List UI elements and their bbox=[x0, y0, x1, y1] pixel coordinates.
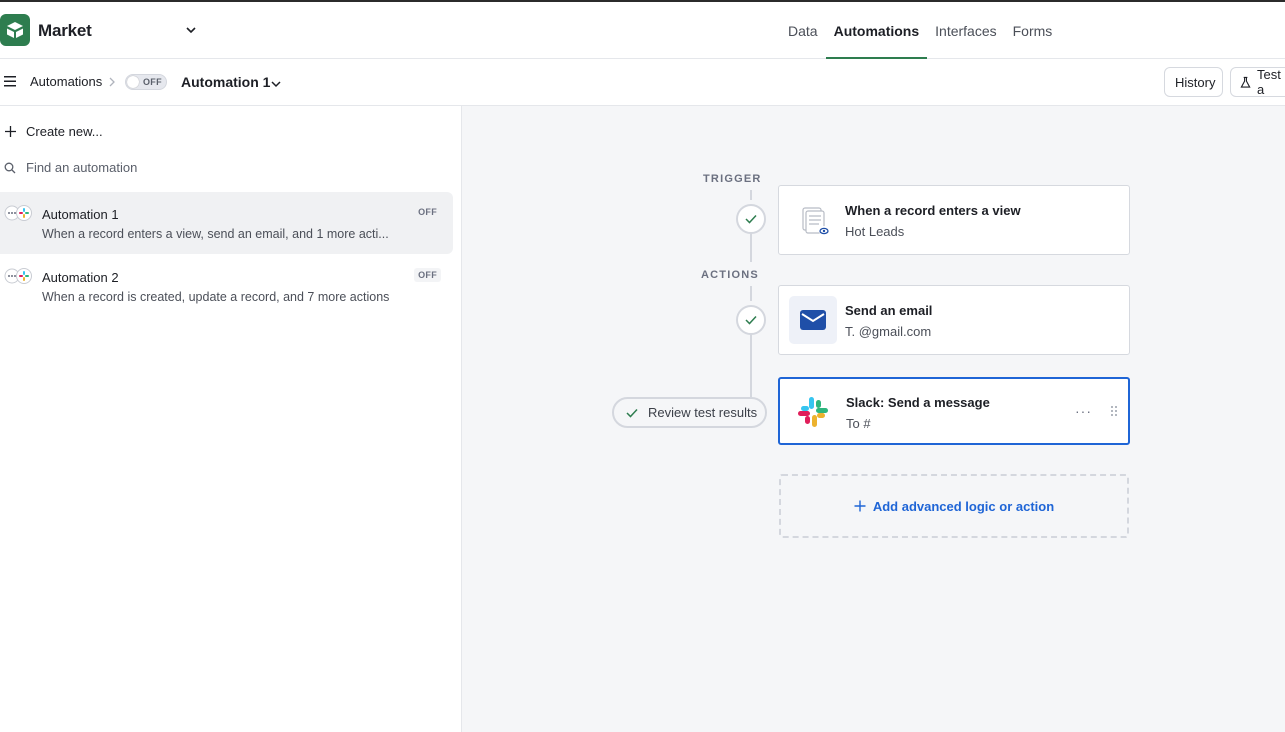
plus-icon bbox=[854, 500, 866, 512]
base-name[interactable]: Market bbox=[38, 21, 92, 41]
search-icon bbox=[4, 162, 16, 173]
automation-name: Automation 1 bbox=[42, 207, 119, 222]
action-check-indicator bbox=[736, 305, 766, 335]
automation-list-item-2[interactable]: Automation 2 When a record is created, u… bbox=[0, 255, 453, 317]
action-subtitle: To # bbox=[846, 416, 871, 431]
chevron-right-icon bbox=[109, 77, 115, 87]
more-options-icon[interactable]: ··· bbox=[1075, 403, 1092, 419]
automation-toolbar: Automations OFF Automation 1 History Tes… bbox=[0, 59, 1285, 106]
chevron-down-icon[interactable] bbox=[271, 80, 281, 88]
automations-sidebar: Create new... Automation 1 When a record… bbox=[0, 106, 462, 732]
tab-interfaces[interactable]: Interfaces bbox=[927, 2, 1004, 59]
test-automation-button[interactable]: Test a bbox=[1230, 67, 1285, 97]
automation-description: When a record enters a view, send an ema… bbox=[42, 227, 389, 241]
automation-step-icons bbox=[4, 268, 34, 284]
trigger-subtitle: Hot Leads bbox=[845, 224, 905, 239]
status-badge: OFF bbox=[414, 268, 441, 282]
connector-line bbox=[750, 190, 752, 200]
action-subtitle: T. @gmail.com bbox=[845, 324, 932, 339]
connector-line bbox=[750, 286, 752, 301]
automation-name: Automation 2 bbox=[42, 270, 119, 285]
hamburger-menu-icon[interactable] bbox=[4, 76, 16, 87]
trigger-title: When a record enters a view bbox=[845, 203, 1021, 218]
drag-handle-icon[interactable] bbox=[1110, 405, 1118, 417]
trigger-check-indicator bbox=[736, 204, 766, 234]
automation-title[interactable]: Automation 1 bbox=[181, 74, 270, 90]
trigger-card[interactable]: When a record enters a view Hot Leads bbox=[778, 185, 1130, 255]
tab-forms[interactable]: Forms bbox=[1005, 2, 1061, 59]
find-automation bbox=[4, 160, 326, 175]
test-button-label: Test a bbox=[1257, 67, 1281, 97]
connector-line bbox=[750, 333, 752, 397]
tab-automations[interactable]: Automations bbox=[825, 2, 928, 59]
envelope-icon bbox=[789, 296, 837, 344]
connector-line bbox=[750, 232, 752, 262]
create-new-label: Create new... bbox=[26, 124, 103, 139]
check-icon bbox=[745, 214, 757, 224]
logo-icon bbox=[7, 22, 23, 38]
actions-section-label: ACTIONS bbox=[701, 269, 759, 281]
action-title: Send an email bbox=[845, 303, 933, 318]
check-icon bbox=[745, 315, 757, 325]
slack-action-card[interactable]: Slack: Send a message To # ··· bbox=[778, 377, 1130, 445]
plus-icon bbox=[5, 126, 16, 137]
automation-canvas: TRIGGER ACTIONS When a record enters a v… bbox=[462, 106, 1285, 732]
breadcrumb-automations[interactable]: Automations bbox=[30, 74, 102, 89]
top-nav: Data Automations Interfaces Forms bbox=[780, 2, 1060, 59]
flask-icon bbox=[1240, 76, 1251, 88]
automation-toggle[interactable]: OFF bbox=[125, 74, 167, 90]
add-advanced-logic-button[interactable]: Add advanced logic or action bbox=[779, 474, 1129, 538]
send-email-action-card[interactable]: Send an email T. @gmail.com bbox=[778, 285, 1130, 355]
history-button[interactable]: History bbox=[1164, 67, 1223, 97]
find-automation-input[interactable] bbox=[26, 160, 326, 175]
create-new-button[interactable]: Create new... bbox=[4, 124, 103, 139]
automation-description: When a record is created, update a recor… bbox=[42, 290, 390, 304]
review-label: Review test results bbox=[648, 405, 758, 420]
trigger-section-label: TRIGGER bbox=[703, 173, 762, 185]
chevron-down-icon[interactable] bbox=[185, 24, 197, 36]
review-test-results-button[interactable]: Review test results bbox=[612, 397, 767, 428]
top-header: Market Data Automations Interfaces Forms bbox=[0, 0, 1285, 59]
action-title: Slack: Send a message bbox=[846, 395, 990, 410]
add-logic-label: Add advanced logic or action bbox=[872, 498, 1055, 514]
tab-data[interactable]: Data bbox=[780, 2, 826, 59]
status-badge: OFF bbox=[418, 207, 437, 217]
toggle-label: OFF bbox=[143, 77, 162, 87]
toggle-knob bbox=[127, 76, 139, 88]
check-icon bbox=[626, 408, 638, 418]
automation-step-icons bbox=[4, 205, 34, 221]
automation-list-item-1[interactable]: Automation 1 When a record enters a view… bbox=[0, 192, 453, 254]
app-logo[interactable] bbox=[0, 14, 30, 46]
table-view-icon bbox=[789, 196, 837, 244]
slack-icon bbox=[789, 388, 837, 436]
